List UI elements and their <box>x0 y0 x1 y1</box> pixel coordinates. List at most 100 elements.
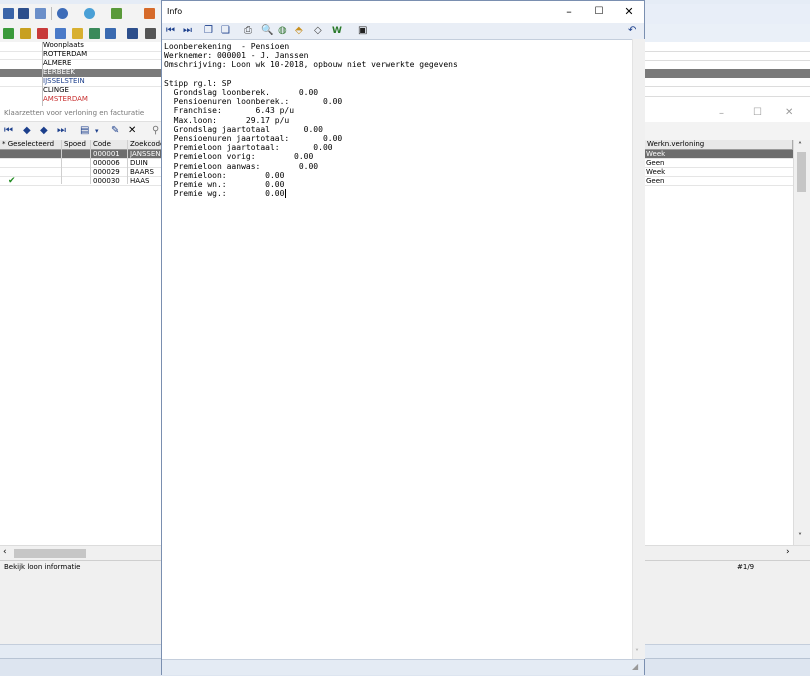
print-icon[interactable]: ⎙ <box>244 25 252 37</box>
minimize-icon[interactable]: – <box>719 108 724 119</box>
table-row[interactable]: Geen <box>645 177 793 185</box>
table-row[interactable]: 000001 JANSSEN <box>0 150 162 158</box>
column-header-geselecteerd[interactable]: * Geselecteerd <box>0 140 62 150</box>
info-window: Info – ☐ ✕ ⏮ ⏭ ❐ ❏ ⎙ 🔍 ◍ ⬘ ◇ W ▣ ↶ Loonb… <box>161 0 645 675</box>
checkmark-icon[interactable]: ✔ <box>8 177 20 185</box>
last-record-icon[interactable]: ⏭ <box>57 125 66 137</box>
list-icon[interactable] <box>55 28 66 39</box>
list-item[interactable]: IJSSELSTEIN <box>0 77 162 86</box>
table-row[interactable]: ✔ 000030 HAAS <box>0 177 162 185</box>
document-icon[interactable] <box>72 28 83 39</box>
list-item-label: IJSSELSTEIN <box>43 77 85 85</box>
undo-icon[interactable] <box>57 8 68 19</box>
people-icon[interactable] <box>37 28 48 39</box>
row-divider <box>0 158 162 159</box>
list-item[interactable]: CLINGE <box>0 86 162 95</box>
calendar-icon[interactable] <box>3 28 14 39</box>
list-item[interactable]: AMSTERDAM <box>0 95 162 104</box>
klaarzetten-window-right: – ☐ ✕ Werkn.verloning Week Geen Week Gee… <box>645 106 810 575</box>
paste-icon[interactable]: ❏ <box>221 25 230 37</box>
info-titlebar[interactable]: Info – ☐ ✕ <box>162 1 644 23</box>
table-row[interactable]: 000029 BAARS <box>0 168 162 176</box>
close-button[interactable]: ✕ <box>614 4 644 20</box>
window-icon[interactable] <box>145 28 156 39</box>
row-divider <box>645 176 793 177</box>
woonplaats-header[interactable]: Woonplaats <box>0 41 162 50</box>
window-title: Klaarzetten voor verloning en facturatie <box>4 109 145 117</box>
edit-icon[interactable]: ✎ <box>111 125 119 137</box>
eraser-icon[interactable]: ◇ <box>314 25 322 37</box>
table-row[interactable]: Geen <box>645 159 793 167</box>
print-preview-icon[interactable]: 🔍 <box>261 25 273 37</box>
vertical-scrollbar[interactable]: ˄ ˅ <box>793 140 810 546</box>
minimize-button[interactable]: – <box>554 4 584 20</box>
maximize-icon[interactable]: ☐ <box>753 107 762 118</box>
window-titlebar[interactable]: – ☐ ✕ <box>645 106 810 123</box>
table-row[interactable]: Week <box>645 168 793 176</box>
delete-icon[interactable]: ✕ <box>128 125 136 137</box>
table-row[interactable]: Week <box>645 150 793 158</box>
cell-verloning: Geen <box>646 177 665 185</box>
checkbox-icon[interactable] <box>105 28 116 39</box>
last-page-icon[interactable]: ⏭ <box>183 25 192 37</box>
word-icon[interactable]: W <box>332 25 342 37</box>
globe-icon[interactable] <box>84 8 95 19</box>
right-toolbar-strip-2 <box>645 24 810 43</box>
list-item[interactable]: ALMERE <box>0 59 162 68</box>
woonplaats-list: Woonplaats ROTTERDAM ALMERE EERBEEK IJSS… <box>0 41 162 106</box>
scroll-right-icon[interactable]: › <box>786 547 790 557</box>
list-item-label: CLINGE <box>43 86 69 94</box>
scroll-down-icon[interactable]: ˅ <box>798 532 802 541</box>
close-icon[interactable]: ✕ <box>785 107 793 118</box>
undo-icon[interactable]: ↶ <box>628 25 636 37</box>
globe-icon[interactable]: ◍ <box>278 25 287 37</box>
list-item-selected[interactable]: EERBEEK <box>0 68 162 77</box>
scroll-up-icon[interactable]: ˄ <box>798 141 802 150</box>
woonplaats-header-label: Woonplaats <box>43 41 84 49</box>
folder-icon[interactable] <box>20 28 31 39</box>
table-row[interactable]: 000006 DUIN <box>0 159 162 167</box>
export-icon[interactable]: ⬘ <box>295 25 303 37</box>
resize-grip-icon[interactable]: ◢ <box>632 662 638 671</box>
dv-icon[interactable] <box>127 28 138 39</box>
list-item[interactable]: ROTTERDAM <box>0 50 162 59</box>
column-header-label: Werkn.verloning <box>647 140 705 148</box>
table-icon[interactable] <box>18 8 29 19</box>
record-counter: #1/9 <box>737 563 755 571</box>
cell-code: 000030 <box>93 177 120 185</box>
dropdown-icon[interactable]: ▾ <box>95 125 99 137</box>
settings-icon[interactable] <box>144 8 155 19</box>
copy-icon[interactable]: ❐ <box>204 25 213 37</box>
info-text-line: Premie wn.: 0.00 <box>164 180 285 189</box>
scrollbar-thumb[interactable] <box>14 549 86 558</box>
scroll-left-icon[interactable]: ‹ <box>3 547 7 557</box>
scroll-down-icon[interactable]: ˅ <box>635 648 639 657</box>
info-text-area[interactable]: Loonberekening - Pensioen Werknemer: 0000… <box>164 42 632 652</box>
save-icon[interactable]: ▣ <box>358 25 367 37</box>
search-icon[interactable]: ⚲ <box>152 125 159 137</box>
row-divider <box>645 167 793 168</box>
money-icon[interactable] <box>89 28 100 39</box>
column-header-code[interactable]: Code <box>91 140 128 150</box>
window-titlebar[interactable]: Klaarzetten voor verloning en facturatie <box>0 106 162 122</box>
horizontal-scrollbar[interactable]: › <box>645 545 810 561</box>
report-icon[interactable] <box>35 8 46 19</box>
maximize-button[interactable]: ☐ <box>584 4 614 20</box>
column-header-spoed[interactable]: Spoed <box>62 140 91 150</box>
import-icon[interactable] <box>111 8 122 19</box>
row-divider <box>645 185 793 186</box>
column-header-zoekcode[interactable]: Zoekcode <box>128 140 164 150</box>
filter-icon[interactable]: ▤ <box>80 125 89 137</box>
info-vertical-scrollbar[interactable]: ˅ <box>632 39 645 659</box>
info-text-line: Premieloon: 0.00 <box>164 170 285 180</box>
scrollbar-thumb[interactable] <box>797 152 806 192</box>
grid-icon[interactable] <box>3 8 14 19</box>
column-header-werkn-verloning[interactable]: Werkn.verloning <box>645 140 793 150</box>
info-text-line: Premieloon vorig: 0.00 <box>164 152 314 162</box>
first-page-icon[interactable]: ⏮ <box>166 25 175 37</box>
previous-record-icon[interactable]: ◆ <box>23 125 31 137</box>
horizontal-scrollbar[interactable]: ‹ <box>0 545 162 561</box>
row-divider <box>645 51 810 52</box>
first-record-icon[interactable]: ⏮ <box>4 125 13 137</box>
next-record-icon[interactable]: ◆ <box>40 125 48 137</box>
